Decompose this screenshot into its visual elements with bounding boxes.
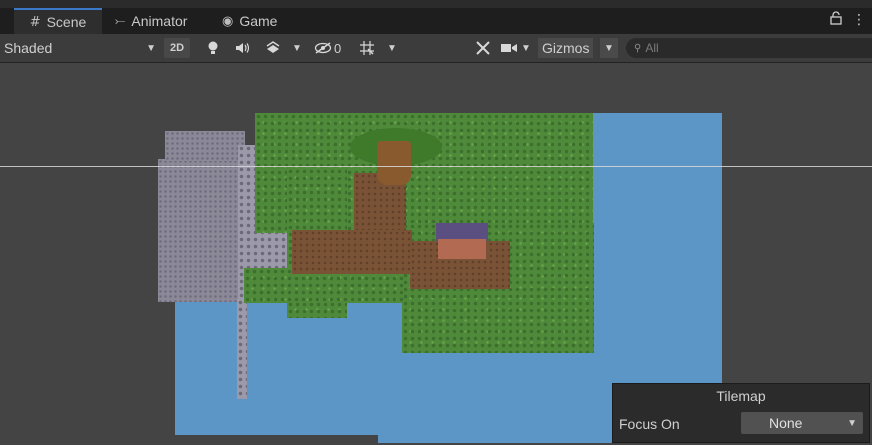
grid-dropdown-chevron-icon[interactable]: ▼ bbox=[386, 38, 398, 58]
tab-animator[interactable]: ⤚ Animator bbox=[115, 8, 187, 34]
grid-snap-icon[interactable] bbox=[358, 38, 376, 58]
dirt-path-tiles-west bbox=[292, 230, 412, 274]
eye-hidden-icon bbox=[314, 42, 332, 54]
gizmos-dropdown-chevron-icon[interactable]: ▼ bbox=[600, 38, 618, 58]
house-body-sprite bbox=[438, 239, 486, 259]
toggle-2d-button[interactable]: 2D bbox=[164, 38, 191, 58]
effects-dropdown-chevron-icon[interactable]: ▼ bbox=[292, 38, 302, 58]
scene-visibility-button[interactable]: 0 bbox=[314, 38, 341, 58]
tab-scene-label: Scene bbox=[46, 14, 87, 30]
rock-column-tiles bbox=[237, 299, 247, 399]
shading-mode-dropdown[interactable]: Shaded ▼ bbox=[4, 37, 160, 59]
camera-dropdown-chevron-icon[interactable]: ▼ bbox=[521, 43, 531, 54]
tree-trunk-sprite bbox=[377, 141, 411, 185]
shading-mode-value: Shaded bbox=[4, 40, 53, 56]
water-tiles-south bbox=[378, 393, 612, 443]
hidden-count: 0 bbox=[334, 40, 342, 56]
search-input[interactable]: ⚲ All bbox=[626, 38, 872, 58]
stone-cliff-tiles bbox=[158, 159, 243, 302]
audio-toggle-icon[interactable] bbox=[234, 38, 252, 58]
focus-on-label: Focus On bbox=[619, 416, 680, 432]
focus-on-value: None bbox=[769, 415, 803, 431]
scene-toolbar: Shaded ▼ 2D ▼ 0 ▼ ▼ Gizmos ▼ ⚲ All bbox=[0, 34, 872, 63]
focus-on-dropdown[interactable]: None ▼ bbox=[741, 412, 863, 434]
stone-cliff-tiles-top bbox=[165, 131, 245, 161]
lighting-toggle-icon[interactable] bbox=[205, 38, 221, 58]
gamepad-icon: ◉ bbox=[222, 13, 234, 29]
chevron-down-icon: ▼ bbox=[847, 417, 857, 429]
tilemap-overlay-panel: Tilemap Focus On None ▼ bbox=[612, 383, 870, 443]
scene-viewport[interactable]: Tilemap Focus On None ▼ bbox=[0, 63, 872, 445]
grid-hash-icon: # bbox=[29, 14, 41, 30]
chevron-down-icon: ▼ bbox=[146, 42, 156, 54]
tab-bar: # Scene ⤚ Animator ◉ Game ⋮ bbox=[0, 8, 872, 34]
gizmos-button[interactable]: Gizmos bbox=[538, 38, 594, 58]
tab-game-label: Game bbox=[239, 13, 278, 29]
tab-game[interactable]: ◉ Game bbox=[222, 8, 277, 34]
camera-icon[interactable]: ▼ bbox=[500, 38, 531, 58]
effects-toggle-icon[interactable] bbox=[264, 38, 282, 58]
scene-guide-line bbox=[0, 166, 872, 167]
overlay-title: Tilemap bbox=[716, 388, 766, 404]
tab-animator-label: Animator bbox=[131, 13, 188, 29]
search-placeholder: All bbox=[645, 41, 659, 55]
search-icon: ⚲ bbox=[634, 42, 642, 54]
kebab-menu-icon[interactable]: ⋮ bbox=[852, 11, 866, 28]
tab-scene[interactable]: # Scene bbox=[14, 8, 102, 34]
animator-icon: ⤚ bbox=[115, 13, 126, 29]
tools-icon[interactable] bbox=[474, 38, 492, 58]
lock-icon[interactable] bbox=[830, 11, 842, 28]
water-tiles-east bbox=[592, 113, 722, 413]
